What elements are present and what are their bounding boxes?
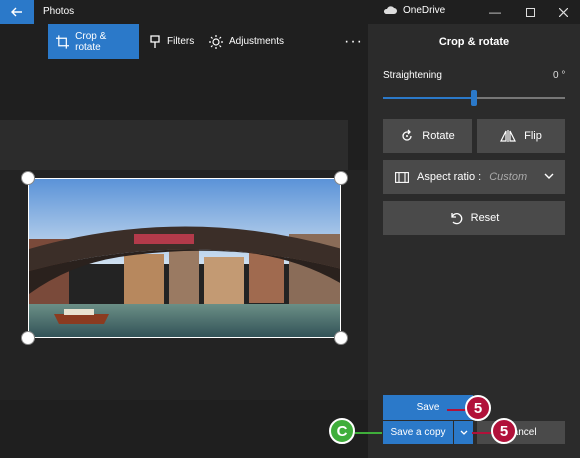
photo-crop-area[interactable] (28, 178, 341, 338)
rotate-icon (402, 129, 412, 141)
straightening-value: 0 ° (553, 70, 566, 81)
undo-icon (450, 213, 462, 225)
step-callout-save: 5 (465, 395, 491, 421)
chevron-down-icon (460, 430, 467, 435)
tab-adjustments-label: Adjustments (229, 36, 285, 47)
maximize-icon (525, 7, 535, 17)
straightening-label: Straightening (383, 70, 442, 81)
onedrive-label: OneDrive (403, 5, 446, 16)
app-title: Photos (43, 6, 75, 17)
more-options-button[interactable]: ··· (336, 24, 371, 59)
tab-filters[interactable]: Filters (141, 24, 202, 59)
close-button[interactable] (546, 0, 580, 24)
crop-handle-top-left[interactable] (21, 171, 35, 185)
cloud-icon (383, 6, 397, 14)
venice-bridge-photo (29, 179, 340, 337)
back-button[interactable] (0, 0, 34, 24)
chevron-down-icon (544, 173, 554, 179)
minimize-icon: — (489, 5, 501, 19)
tab-filters-label: Filters (167, 36, 195, 47)
save-a-copy-button[interactable]: Save a copy (383, 421, 453, 444)
close-icon (558, 7, 568, 17)
tab-crop-rotate[interactable]: Crop & rotate (48, 24, 139, 59)
save-options-dropdown[interactable] (454, 421, 473, 444)
minimize-button[interactable]: — (478, 0, 512, 24)
back-arrow-icon (11, 7, 22, 17)
flip-icon (500, 130, 517, 142)
reset-button[interactable]: Reset (383, 201, 565, 235)
panel-title: Crop & rotate (438, 36, 510, 48)
callout-arrow-copy (355, 432, 382, 434)
callout-arrow-save (447, 409, 467, 411)
aspect-ratio-label: Aspect ratio : (417, 171, 482, 183)
rotate-button[interactable]: Rotate (383, 119, 472, 153)
filters-icon (150, 34, 160, 48)
flip-label: Flip (524, 130, 542, 142)
step-callout-dropdown: 5 (491, 418, 517, 444)
onedrive-status[interactable]: OneDrive (383, 5, 445, 16)
flip-button[interactable]: Flip (477, 119, 565, 153)
straightening-slider-fill (383, 97, 474, 99)
rotate-label: Rotate (422, 130, 455, 142)
crop-handle-bottom-right[interactable] (334, 331, 348, 345)
crop-icon (56, 34, 70, 49)
sun-icon (209, 34, 223, 49)
aspect-ratio-dropdown[interactable]: Aspect ratio : Custom (383, 160, 565, 194)
save-button[interactable]: Save (383, 395, 473, 420)
maximize-button[interactable] (513, 0, 547, 24)
aspect-ratio-icon (395, 171, 409, 183)
reset-label: Reset (470, 212, 500, 224)
tab-crop-rotate-label: Crop & rotate (75, 30, 107, 53)
crop-handle-top-right[interactable] (334, 171, 348, 185)
tab-adjustments[interactable]: Adjustments (201, 24, 292, 59)
straightening-slider-thumb[interactable] (471, 90, 477, 106)
crop-handle-bottom-left[interactable] (21, 331, 35, 345)
step-callout-copy: C (329, 418, 355, 444)
aspect-ratio-value: Custom (489, 171, 528, 183)
callout-arrow-dropdown (472, 432, 492, 434)
